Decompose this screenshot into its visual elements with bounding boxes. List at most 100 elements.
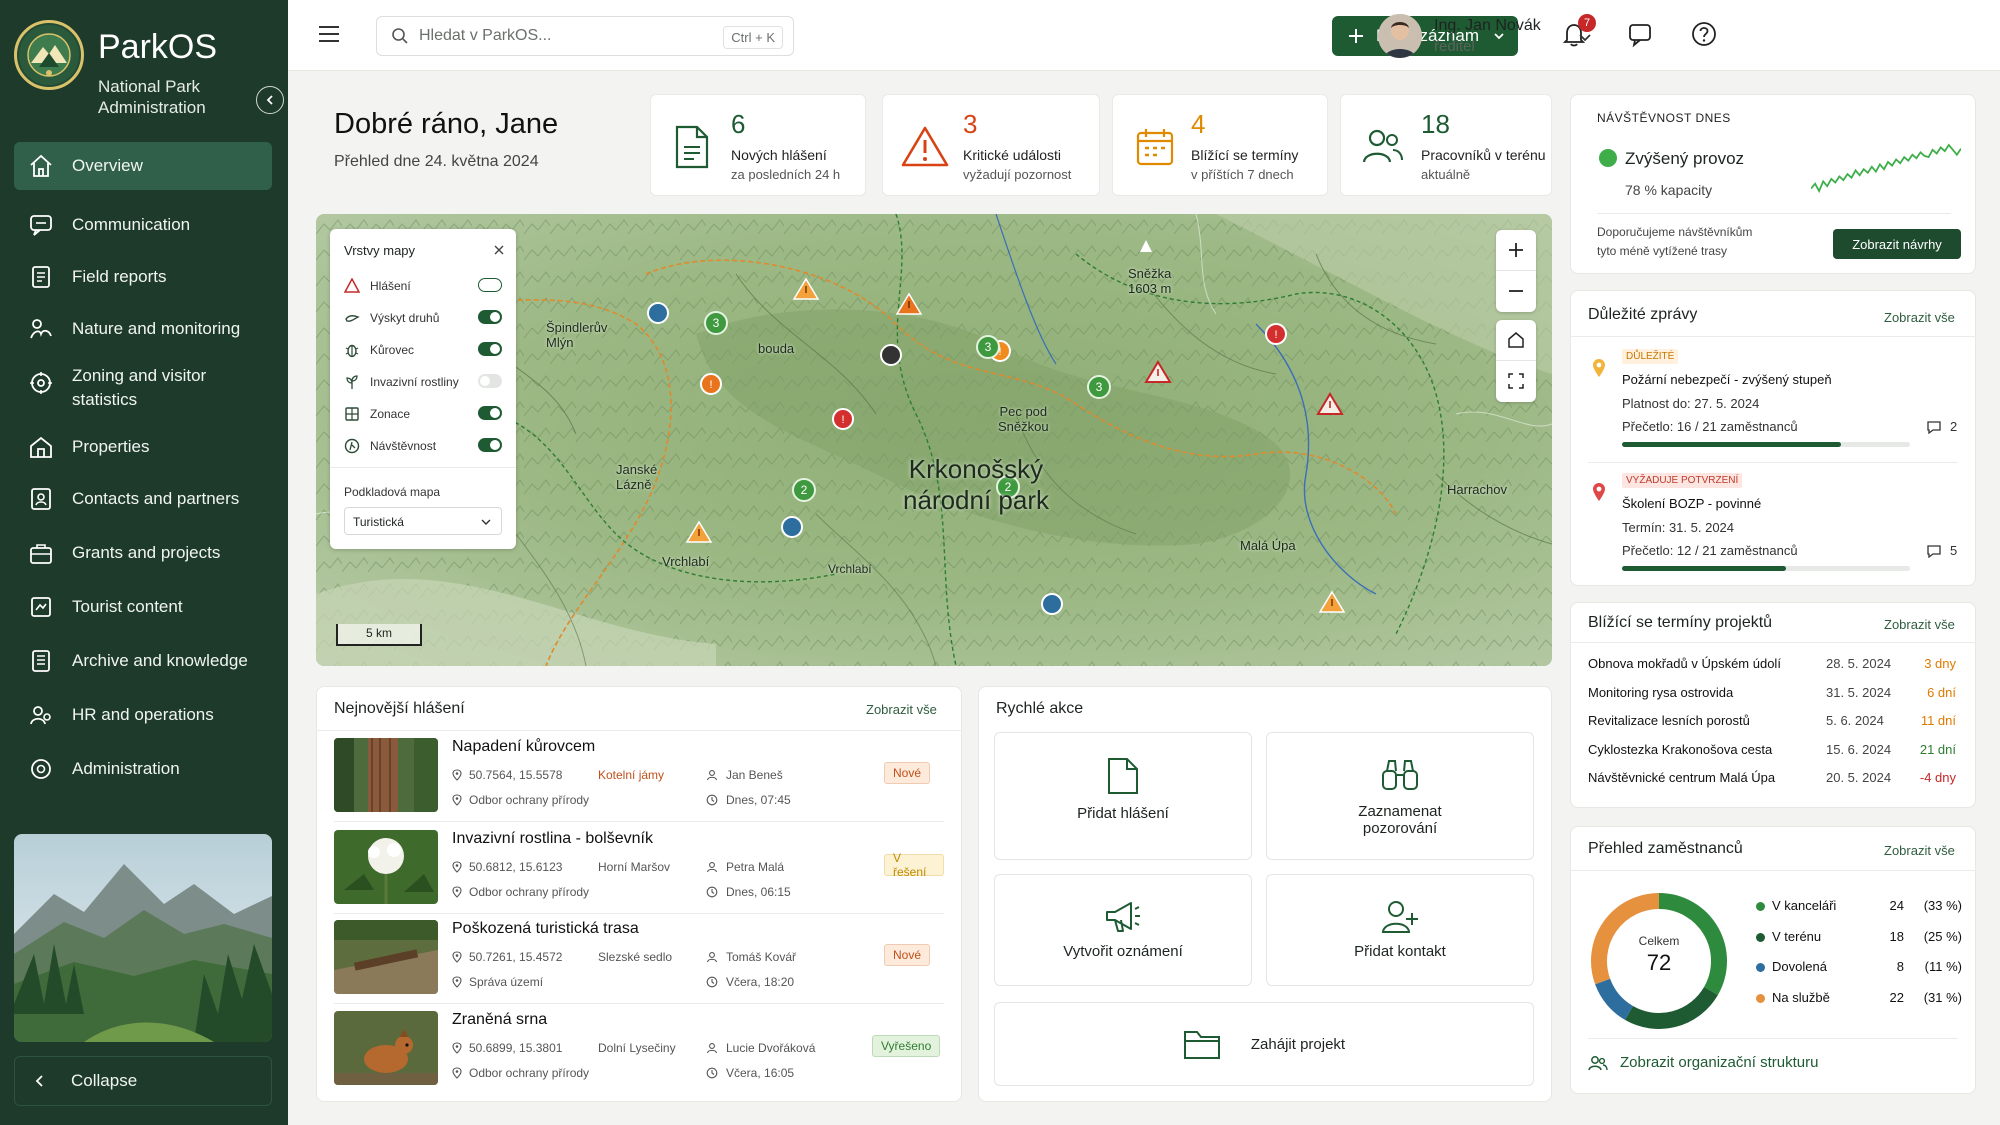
greeting: Dobré ráno, Jane Přehled dne 24. května … [334,108,558,171]
close-icon[interactable] [494,245,504,255]
layer-invasive[interactable]: Invazivní rostliny [344,371,502,393]
project-date: 31. 5. 2024 [1826,684,1892,700]
sidebar-item-tourist[interactable]: Tourist content [14,586,272,628]
map-layers-panel: Vrstvy mapy Hlášení Výskyt druhů Kůrovec… [330,229,516,549]
messages-view-all-link[interactable]: Zobrazit vše [1884,310,1955,325]
employees-view-all-link[interactable]: Zobrazit vše [1884,843,1955,858]
add-report-button[interactable]: Přidat hlášení [994,732,1252,860]
sidebar-item-hr[interactable]: HR and operations [14,694,272,736]
legend-dot [1756,963,1765,972]
place-name-line2: 1603 m [1128,281,1172,296]
project-date: 15. 6. 2024 [1826,741,1892,757]
messages-button[interactable] [1626,20,1658,52]
start-project-button[interactable]: Zahájit projekt [994,1002,1534,1086]
app-subtitle-line1: National Park [98,77,201,96]
fullscreen-button[interactable] [1496,361,1536,401]
sidebar-item-label: Grants and projects [72,543,221,562]
message-read-count: Přečetlo: 16 / 21 zaměstnanců [1622,419,1798,434]
map-place-label: bouda [758,341,794,356]
cluster-marker[interactable]: 2 [792,478,816,502]
cluster-marker[interactable]: 3 [1087,375,1111,399]
report-item[interactable]: Zraněná srna 50.6899, 15.3801 Dolní Lyseči… [334,1011,944,1087]
app-name: ParkOS [98,28,218,66]
collapse-button[interactable]: Collapse [14,1056,272,1106]
hr-icon [30,706,51,725]
sidebar-item-nature-monitoring[interactable]: Nature and monitoring [14,308,272,350]
sidebar-item-archive[interactable]: Archive and knowledge [14,640,272,682]
layer-toggle[interactable] [478,406,502,420]
sidebar-item-communication[interactable]: Communication [14,204,272,246]
report-title: Invazivní rostlina - bolševník [452,830,653,847]
admin-icon [31,759,51,779]
search-input[interactable] [419,27,699,45]
org-structure-link[interactable]: Zobrazit organizační strukturu [1588,1054,1818,1071]
contacts-icon [31,488,51,510]
layer-toggle[interactable] [478,374,502,388]
add-user-icon [1381,901,1418,933]
deadlines-view-all-link[interactable]: Zobrazit vše [1884,617,1955,632]
status-badge: Nové [884,944,931,966]
add-contact-button[interactable]: Přidat kontakt [1266,874,1534,986]
layer-toggle[interactable] [478,342,502,356]
visitors-title: NÁVŠTĚVNOST DNES [1597,111,1731,125]
divider [334,913,944,914]
basemap-select[interactable]: Turistická [344,507,502,535]
layer-toggle[interactable] [478,278,502,292]
sidebar-item-label: Tourist content [72,597,183,616]
cluster-marker[interactable]: 3 [976,335,1000,359]
calendar-icon [1136,129,1174,166]
sidebar-item-overview[interactable]: Overview [14,142,272,190]
message-chip: DŮLEŽITÉ [1622,349,1679,364]
report-thumbnail [334,830,438,904]
help-icon [1692,22,1716,46]
search-bar[interactable]: Ctrl + K [376,16,794,56]
place-name: Harrachov [1447,482,1507,497]
cluster-marker[interactable]: 3 [704,311,728,335]
project-days-left: 21 dní [1919,741,1956,757]
place-name-line2: Lázně [616,477,652,492]
zoom-out-button[interactable] [1496,271,1536,311]
warning-icon [344,278,360,293]
report-item[interactable]: Napadení kůrovcem 50.7564, 15.5578 Kotelní… [334,738,944,822]
sidebar-item-zoning[interactable]: Zoning and visitor statistics [14,356,272,412]
layer-toggle[interactable] [478,310,502,324]
sidebar-item-administration[interactable]: Administration [14,748,272,790]
layer-bark-beetle[interactable]: Kůrovec [344,339,502,361]
home-view-button[interactable] [1496,320,1536,361]
legend-dot [1756,993,1765,1003]
stat-sublabel: v příštích 7 dnech [1191,167,1294,182]
svg-text:!: ! [1274,329,1277,341]
sidebar-item-label: Contacts and partners [72,489,240,508]
archive-icon [32,650,50,672]
layer-toggle[interactable] [478,438,502,452]
report-item[interactable]: Invazivní rostlina - bolševník 50.6812, 1… [334,830,944,914]
place-name: bouda [758,341,795,356]
stat-card-deadlines[interactable]: 4 Blížící se termíny v příštích 7 dnech [1112,94,1328,196]
sidebar-toggle-button[interactable] [256,86,284,114]
status-badge: V řešení [884,851,944,879]
read-progress-fill [1622,442,1841,447]
menu-button[interactable] [318,24,340,44]
layer-reports[interactable]: Hlášení [344,275,502,297]
map-place-label: Janské Lázně [616,462,657,492]
zoom-in-button[interactable] [1496,230,1536,271]
layer-zoning[interactable]: Zonace [344,403,502,425]
sidebar-item-contacts[interactable]: Contacts and partners [14,478,272,520]
create-announcement-button[interactable]: Vytvořit oznámení [994,874,1252,986]
layer-species[interactable]: Výskyt druhů [344,307,502,329]
quick-action-label-line2: pozorování [1362,820,1438,837]
report-item[interactable]: Poškozená turistická trasa 50.7261, 15.45… [334,920,944,1004]
stat-card-new-reports[interactable]: 6 Nových hlášení za posledních 24 h [650,94,866,196]
reports-view-all-link[interactable]: Zobrazit vše [866,702,937,717]
stat-card-field-workers[interactable]: 18 Pracovníků v terénu aktuálně [1340,94,1552,196]
show-suggestions-button[interactable]: Zobrazit návrhy [1833,229,1961,259]
legend-label: V terénu [1772,928,1822,944]
layer-visitors[interactable]: Návštěvnost [344,435,502,457]
record-observation-button[interactable]: Zaznamenat pozorování [1266,732,1534,860]
help-button[interactable] [1690,20,1722,52]
sidebar-item-grants[interactable]: Grants and projects [14,532,272,574]
report-title: Zraněná srna [452,1011,548,1028]
stat-card-critical[interactable]: 3 Kritické události vyžadují pozornost [882,94,1100,196]
sidebar-item-field-reports[interactable]: Field reports [14,256,272,298]
sidebar-item-properties[interactable]: Properties [14,426,272,468]
